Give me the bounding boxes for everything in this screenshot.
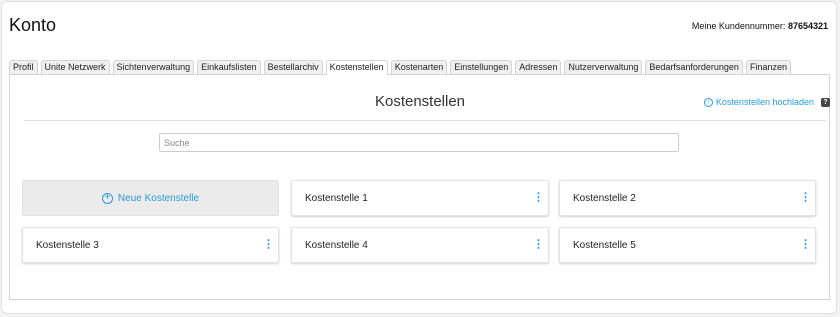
tab-kostenarten[interactable]: Kostenarten — [390, 60, 448, 74]
cost-center-card[interactable]: Kostenstelle 3 ⋮ — [22, 227, 279, 263]
help-icon[interactable]: ? — [821, 97, 830, 107]
cost-center-label: Kostenstelle 1 — [305, 192, 368, 204]
cost-center-label: Kostenstelle 3 — [36, 239, 99, 251]
new-cost-center-label: Neue Kostenstelle — [117, 192, 200, 204]
tab-einstellungen[interactable]: Einstellungen — [450, 60, 513, 74]
more-vertical-icon[interactable]: ⋮ — [800, 239, 811, 251]
new-cost-center-button[interactable]: + Neue Kostenstelle — [22, 180, 279, 216]
tab-profil[interactable]: Profil — [9, 60, 38, 74]
cost-center-label: Kostenstelle 5 — [573, 239, 636, 251]
divider — [24, 120, 826, 121]
more-vertical-icon[interactable]: ⋮ — [533, 239, 544, 251]
tab-finanzen[interactable]: Finanzen — [745, 60, 791, 74]
cost-center-card[interactable]: Kostenstelle 1 ⋮ — [291, 180, 549, 216]
upload-button[interactable]: ↑ Kostenstellen hochladen ? — [703, 97, 830, 107]
upload-circle-icon: ↑ — [703, 97, 713, 107]
more-vertical-icon[interactable]: ⋮ — [263, 239, 274, 251]
tab-kostenstellen[interactable]: Kostenstellen — [325, 60, 388, 75]
cost-center-card[interactable]: Kostenstelle 4 ⋮ — [291, 227, 549, 263]
cost-center-card[interactable]: Kostenstelle 2 ⋮ — [559, 180, 816, 216]
tab-unite-netzwerk[interactable]: Unite Netzwerk — [40, 60, 110, 74]
tab-bestellarchiv[interactable]: Bestellarchiv — [263, 60, 323, 74]
customer-number: Meine Kundennummer: 87654321 — [692, 21, 828, 31]
cost-center-card[interactable]: Kostenstelle 5 ⋮ — [559, 227, 816, 263]
customer-number-value: 87654321 — [787, 21, 828, 31]
cost-center-label: Kostenstelle 4 — [305, 239, 368, 251]
cost-center-label: Kostenstelle 2 — [573, 192, 636, 204]
upload-label: Kostenstellen hochladen — [715, 97, 814, 107]
tab-bedarfsanforderungen[interactable]: Bedarfsanforderungen — [645, 60, 743, 74]
page-heading: Konto — [9, 15, 57, 35]
more-vertical-icon[interactable]: ⋮ — [533, 192, 544, 204]
search-input[interactable] — [159, 133, 679, 152]
tab-einkaufslisten[interactable]: Einkaufslisten — [197, 60, 261, 74]
tab-adressen[interactable]: Adressen — [515, 60, 562, 74]
more-vertical-icon[interactable]: ⋮ — [800, 192, 811, 204]
plus-circle-icon: + — [101, 192, 113, 204]
tab-nutzerverwaltung[interactable]: Nutzerverwaltung — [564, 60, 643, 74]
tab-sichtenverwaltung[interactable]: Sichtenverwaltung — [112, 60, 195, 74]
customer-number-label: Meine Kundennummer: — [691, 21, 786, 31]
tab-bar: Profil Unite Netzwerk Sichtenverwaltung … — [9, 60, 791, 75]
